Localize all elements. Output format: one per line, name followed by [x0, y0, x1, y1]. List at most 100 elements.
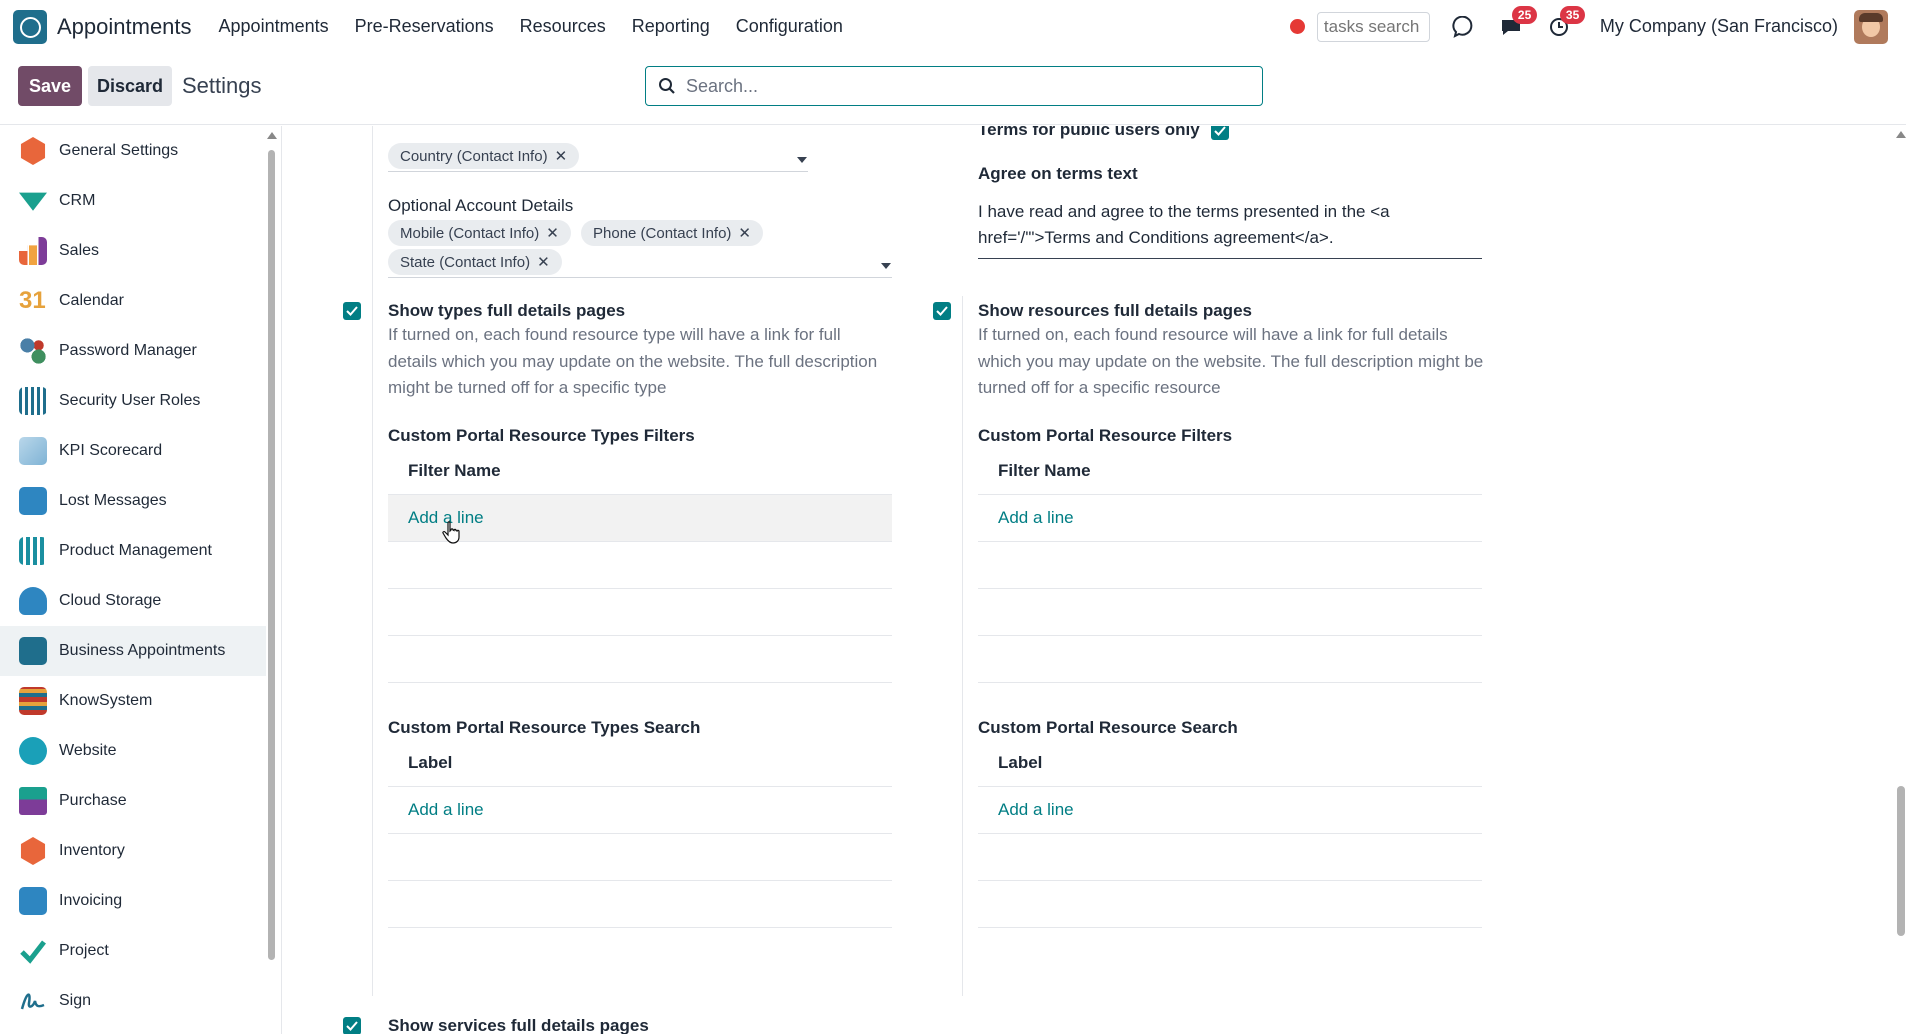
sidebar-item-invoicing[interactable]: Invoicing: [0, 876, 266, 926]
discard-button[interactable]: Discard: [88, 66, 172, 106]
lost-messages-icon: [19, 487, 47, 515]
sidebar-item-calendar[interactable]: 31 Calendar: [0, 276, 266, 326]
add-line-link[interactable]: Add a line: [998, 800, 1074, 820]
sidebar-item-label: Cloud Storage: [59, 592, 162, 609]
sidebar-item-kpi-scorecard[interactable]: KPI Scorecard: [0, 426, 266, 476]
sidebar-scroll-up-icon[interactable]: [267, 132, 277, 139]
sidebar-item-label: Purchase: [59, 792, 127, 809]
save-button[interactable]: Save: [18, 66, 82, 106]
password-manager-icon: [19, 337, 47, 365]
sidebar-item-cloud-storage[interactable]: Cloud Storage: [0, 576, 266, 626]
activities-clock-icon[interactable]: 35: [1544, 5, 1586, 42]
sidebar-item-business-appointments[interactable]: Business Appointments: [0, 626, 266, 676]
sidebar-item-label: Invoicing: [59, 892, 123, 909]
sidebar-item-sales[interactable]: Sales: [0, 226, 266, 276]
app-name: Appointments: [57, 13, 192, 39]
tag-label: Country (Contact Info): [400, 147, 548, 165]
menu-configuration[interactable]: Configuration: [723, 16, 856, 37]
show-resources-full-details-description: If turned on, each found resource will h…: [978, 325, 1484, 397]
terms-public-users-checkbox[interactable]: [1211, 126, 1229, 140]
agree-terms-underline: [978, 258, 1482, 259]
optional-fields-underline: [388, 277, 892, 278]
sidebar-item-crm[interactable]: CRM: [0, 176, 266, 226]
appointments-app-icon: [13, 9, 47, 44]
add-line-link[interactable]: Add a line: [998, 508, 1074, 528]
sidebar-item-product-management[interactable]: Product Management: [0, 526, 266, 576]
menu-pre-reservations[interactable]: Pre-Reservations: [342, 16, 507, 37]
discuss-icon[interactable]: [1448, 12, 1478, 42]
sign-icon: [19, 987, 47, 1015]
sidebar-item-inventory[interactable]: Inventory: [0, 826, 266, 876]
purchase-icon: [19, 787, 47, 815]
sidebar-item-password-manager[interactable]: Password Manager: [0, 326, 266, 376]
sidebar-item-label: Security User Roles: [59, 392, 201, 409]
filter-name-column-header[interactable]: Filter Name: [978, 448, 1482, 495]
tasks-search-input[interactable]: [1316, 11, 1430, 42]
sidebar-item-purchase[interactable]: Purchase: [0, 776, 266, 826]
menu-resources[interactable]: Resources: [507, 16, 619, 37]
tag-label: Phone (Contact Info): [593, 224, 732, 242]
sidebar-item-knowsystem[interactable]: KnowSystem: [0, 676, 266, 726]
search-input[interactable]: [686, 75, 1246, 97]
messages-badge: 25: [1511, 5, 1538, 24]
mobile-contact-info-tag: Mobile (Contact Info) ✕: [388, 220, 571, 246]
label-column-header[interactable]: Label: [388, 740, 892, 787]
main-scrollbar[interactable]: [1897, 786, 1905, 936]
required-fields-underline: [388, 171, 808, 172]
recording-indicator-icon[interactable]: [1289, 19, 1305, 34]
table-row: [978, 542, 1482, 589]
add-line-link[interactable]: Add a line: [408, 800, 484, 820]
show-resources-full-details-checkbox[interactable]: [933, 302, 951, 320]
sidebar-item-label: Sales: [59, 242, 100, 259]
breadcrumb: Settings: [182, 73, 262, 98]
sidebar-item-sign[interactable]: Sign: [0, 976, 266, 1026]
remove-tag-icon[interactable]: ✕: [537, 253, 550, 271]
table-row: [978, 636, 1482, 683]
settings-search-box[interactable]: [645, 66, 1263, 106]
remove-tag-icon[interactable]: ✕: [546, 224, 559, 242]
sidebar-item-label: Inventory: [59, 842, 125, 859]
show-services-full-details-checkbox[interactable]: [343, 1017, 361, 1034]
sidebar-item-project[interactable]: Project: [0, 926, 266, 976]
menu-reporting[interactable]: Reporting: [619, 16, 723, 37]
knowsystem-icon: [19, 687, 47, 715]
messages-icon[interactable]: 25: [1496, 5, 1538, 42]
settings-sidebar: General Settings CRM Sales 31 Calendar P…: [0, 126, 282, 1034]
remove-tag-icon[interactable]: ✕: [555, 147, 568, 165]
sidebar-item-general-settings[interactable]: General Settings: [0, 126, 266, 176]
sidebar-item-lost-messages[interactable]: Lost Messages: [0, 476, 266, 526]
dropdown-caret-icon[interactable]: [797, 157, 807, 163]
company-switcher[interactable]: My Company (San Francisco): [1600, 16, 1838, 37]
sidebar-item-label: Product Management: [59, 542, 212, 559]
app-brand[interactable]: Appointments: [13, 9, 192, 44]
sidebar-scrollbar[interactable]: [268, 150, 275, 960]
settings-content: Country (Contact Info) ✕ Optional Account…: [282, 126, 1906, 1034]
sidebar-item-website[interactable]: Website: [0, 726, 266, 776]
table-row: [388, 636, 892, 683]
agree-terms-label: Agree on terms text: [978, 164, 1138, 183]
show-types-full-details-label: Show types full details pages: [388, 301, 626, 320]
agree-terms-text-line2[interactable]: href='/'">Terms and Conditions agreement…: [978, 228, 1334, 248]
show-services-full-details-label: Show services full details pages: [388, 1016, 649, 1034]
types-filters-label: Custom Portal Resource Types Filters: [388, 426, 695, 445]
sidebar-item-security-user-roles[interactable]: Security User Roles: [0, 376, 266, 426]
show-types-full-details-checkbox[interactable]: [343, 302, 361, 320]
state-contact-info-tag: State (Contact Info) ✕: [388, 249, 562, 275]
menu-appointments[interactable]: Appointments: [206, 16, 342, 37]
sidebar-item-label: General Settings: [59, 142, 179, 159]
sidebar-item-label: Business Appointments: [59, 642, 226, 659]
filter-name-column-header[interactable]: Filter Name: [388, 448, 892, 495]
tag-label: State (Contact Info): [400, 253, 531, 271]
types-search-table: Label Add a line: [388, 740, 892, 928]
remove-tag-icon[interactable]: ✕: [738, 224, 751, 242]
dropdown-caret-icon[interactable]: [881, 263, 891, 269]
label-column-header[interactable]: Label: [978, 740, 1482, 787]
table-row: Add a line: [388, 787, 892, 834]
user-avatar[interactable]: [1854, 9, 1888, 44]
agree-terms-text-line1[interactable]: I have read and agree to the terms prese…: [978, 202, 1390, 222]
terms-public-users-label: Terms for public users only: [978, 126, 1200, 139]
main-scroll-up-icon[interactable]: [1896, 131, 1906, 138]
sidebar-item-label: Project: [59, 942, 109, 959]
general-settings-icon: [20, 137, 46, 165]
hand-cursor-icon: [442, 521, 460, 544]
